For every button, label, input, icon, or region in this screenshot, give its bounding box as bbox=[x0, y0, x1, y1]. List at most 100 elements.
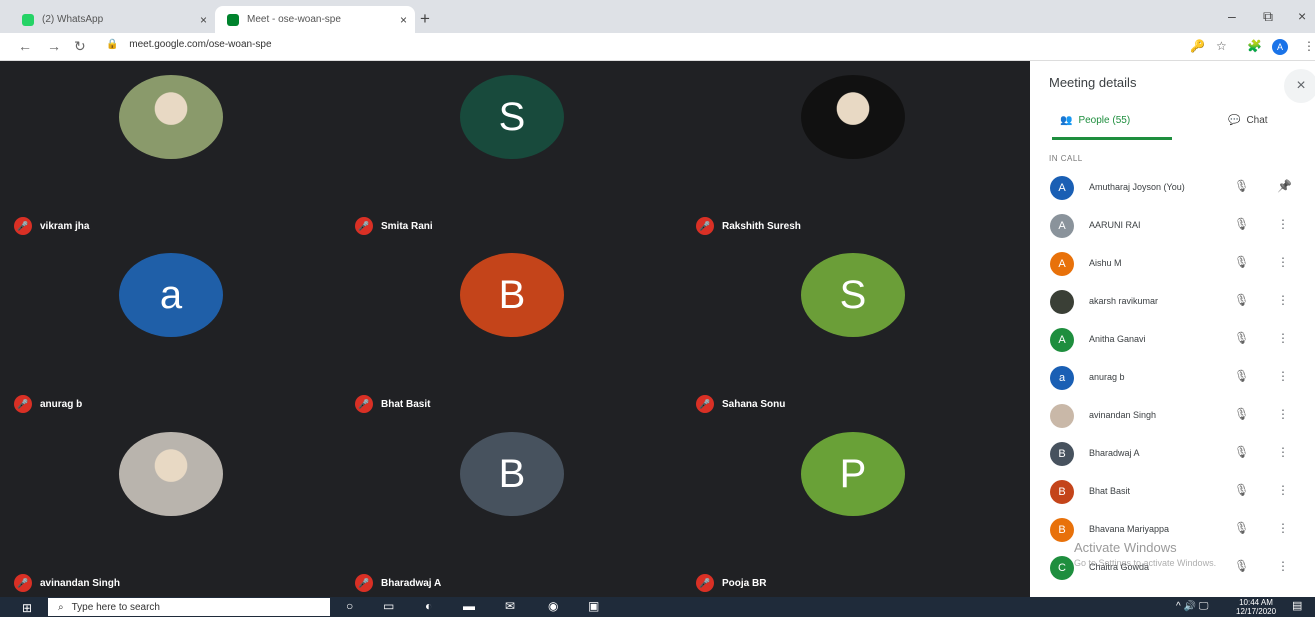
participant-tile[interactable]: 🎤 vikram jha bbox=[0, 61, 340, 239]
mic-off-icon: 🎤 bbox=[355, 395, 373, 413]
tab-chat[interactable]: 💬 Chat bbox=[1228, 115, 1268, 126]
participant-name: avinandan Singh bbox=[1089, 410, 1157, 420]
participant-avatar: S bbox=[801, 253, 905, 337]
participant-avatar: B bbox=[1050, 518, 1074, 542]
windows-taskbar: ⊞ ⌕ Type here to search ○ ▭ ◐ ▬ ✉ ◉ ▣ ^ … bbox=[0, 597, 1315, 617]
edge-icon[interactable]: ◐ bbox=[425, 599, 432, 613]
participant-tile[interactable]: B 🎤 Bharadwaj A bbox=[341, 418, 681, 596]
participant-row[interactable]: B Bhat Basit 🎙 ⋮ bbox=[1030, 474, 1315, 512]
tab-meet[interactable]: Meet - ose-woan-spe × bbox=[215, 6, 415, 33]
mic-off-icon[interactable]: 🎙 bbox=[1234, 331, 1249, 345]
more-options-icon[interactable]: ⋮ bbox=[1277, 217, 1289, 231]
pin-icon[interactable]: 📌 bbox=[1277, 179, 1292, 193]
participant-name: Sahana Sonu bbox=[722, 398, 786, 410]
mic-off-icon[interactable]: 🎙 bbox=[1234, 179, 1249, 193]
participant-tile[interactable]: 🎤 avinandan Singh bbox=[0, 418, 340, 596]
system-tray-icons[interactable]: ^ 🔊 🖵 bbox=[1176, 601, 1208, 612]
chat-icon: 💬 bbox=[1228, 115, 1241, 126]
participant-name-label: 🎤 anurag b bbox=[14, 395, 82, 413]
extensions-icon[interactable]: 🧩 bbox=[1247, 39, 1262, 53]
participant-name: Amutharaj Joyson (You) bbox=[1089, 182, 1185, 192]
participant-name: AARUNI RAI bbox=[1089, 220, 1141, 230]
close-tab-icon[interactable]: × bbox=[400, 13, 407, 27]
restore-button[interactable]: ⧉ bbox=[1263, 8, 1273, 25]
more-options-icon[interactable]: ⋮ bbox=[1277, 293, 1289, 307]
participant-avatar: A bbox=[1050, 176, 1074, 200]
taskbar-clock[interactable]: 10:44 AM 12/17/2020 bbox=[1236, 598, 1276, 616]
reload-icon[interactable]: ↻ bbox=[74, 38, 86, 55]
participant-name: Bharadwaj A bbox=[1089, 448, 1140, 458]
mic-off-icon[interactable]: 🎙 bbox=[1234, 255, 1249, 269]
participant-avatar: B bbox=[1050, 480, 1074, 504]
more-options-icon[interactable]: ⋮ bbox=[1277, 445, 1289, 459]
close-window-button[interactable]: × bbox=[1298, 8, 1306, 24]
lock-icon: 🔒 bbox=[106, 39, 119, 50]
participant-name: Aishu M bbox=[1089, 258, 1122, 268]
participant-tile[interactable]: S 🎤 Smita Rani bbox=[341, 61, 681, 239]
more-options-icon[interactable]: ⋮ bbox=[1277, 369, 1289, 383]
store-icon[interactable]: ▣ bbox=[588, 599, 599, 613]
taskbar-search[interactable]: ⌕ Type here to search bbox=[48, 598, 330, 616]
participant-tile[interactable]: B 🎤 Bhat Basit bbox=[341, 239, 681, 417]
participant-name: akarsh ravikumar bbox=[1089, 296, 1159, 306]
mic-off-icon: 🎤 bbox=[696, 395, 714, 413]
mail-icon[interactable]: ✉ bbox=[505, 599, 515, 613]
close-tab-icon[interactable]: × bbox=[200, 13, 207, 27]
browser-menu-icon[interactable]: ⋮ bbox=[1303, 39, 1315, 53]
minimize-button[interactable]: – bbox=[1228, 8, 1236, 24]
participant-row[interactable]: C Chaitra Gowda 🎙 ⋮ bbox=[1030, 550, 1315, 588]
task-view-icon[interactable]: ▭ bbox=[383, 599, 394, 613]
more-options-icon[interactable]: ⋮ bbox=[1277, 559, 1289, 573]
more-options-icon[interactable]: ⋮ bbox=[1277, 331, 1289, 345]
mic-off-icon[interactable]: 🎙 bbox=[1234, 483, 1249, 497]
people-icon: 👥 bbox=[1060, 115, 1073, 126]
participant-tile[interactable]: a 🎤 anurag b bbox=[0, 239, 340, 417]
windows-start-icon[interactable]: ⊞ bbox=[22, 601, 32, 615]
tab-whatsapp[interactable]: (2) WhatsApp × bbox=[10, 6, 215, 33]
mic-off-icon[interactable]: 🎙 bbox=[1234, 445, 1249, 459]
star-icon[interactable]: ☆ bbox=[1216, 39, 1227, 53]
participant-row[interactable]: B Bharadwaj A 🎙 ⋮ bbox=[1030, 436, 1315, 474]
mic-off-icon[interactable]: 🎙 bbox=[1234, 217, 1249, 231]
participant-row[interactable]: A Aishu M 🎙 ⋮ bbox=[1030, 246, 1315, 284]
new-tab-button[interactable]: + bbox=[420, 9, 430, 29]
chrome-icon[interactable]: ◉ bbox=[548, 599, 558, 613]
file-explorer-icon[interactable]: ▬ bbox=[463, 599, 475, 613]
participant-row[interactable]: avinandan Singh 🎙 ⋮ bbox=[1030, 398, 1315, 436]
profile-avatar[interactable]: A bbox=[1272, 39, 1288, 55]
participant-row[interactable]: A AARUNI RAI 🎙 ⋮ bbox=[1030, 208, 1315, 246]
mic-off-icon: 🎤 bbox=[14, 574, 32, 592]
participant-tile[interactable]: P 🎤 Pooja BR bbox=[682, 418, 1022, 596]
close-panel-button[interactable]: × bbox=[1284, 69, 1315, 103]
clock-date: 12/17/2020 bbox=[1236, 607, 1277, 616]
more-options-icon[interactable]: ⋮ bbox=[1277, 483, 1289, 497]
participant-row[interactable]: akarsh ravikumar 🎙 ⋮ bbox=[1030, 284, 1315, 322]
participant-name: avinandan Singh bbox=[40, 577, 121, 589]
participant-name-label: 🎤 avinandan Singh bbox=[14, 574, 120, 592]
participant-avatar: B bbox=[460, 253, 564, 337]
mic-off-icon[interactable]: 🎙 bbox=[1234, 559, 1249, 573]
participant-row[interactable]: a anurag b 🎙 ⋮ bbox=[1030, 360, 1315, 398]
participant-name-label: 🎤 Smita Rani bbox=[355, 217, 433, 235]
forward-icon[interactable]: → bbox=[47, 38, 61, 54]
participant-tile[interactable]: 🎤 Rakshith Suresh bbox=[682, 61, 1022, 239]
more-options-icon[interactable]: ⋮ bbox=[1277, 521, 1289, 535]
notifications-icon[interactable]: ▤ bbox=[1292, 599, 1302, 612]
tab-people[interactable]: 👥 People (55) bbox=[1060, 115, 1130, 126]
more-options-icon[interactable]: ⋮ bbox=[1277, 407, 1289, 421]
key-icon[interactable]: 🔑 bbox=[1190, 39, 1205, 53]
participant-row[interactable]: A Amutharaj Joyson (You) 🎙 📌 bbox=[1030, 170, 1315, 208]
cortana-icon[interactable]: ○ bbox=[346, 599, 353, 613]
mic-off-icon[interactable]: 🎙 bbox=[1234, 521, 1249, 535]
participant-row[interactable]: A Anitha Ganavi 🎙 ⋮ bbox=[1030, 322, 1315, 360]
mic-off-icon[interactable]: 🎙 bbox=[1234, 407, 1249, 421]
address-bar[interactable]: 🔒 meet.google.com/ose-woan-spe bbox=[106, 39, 272, 50]
activate-windows-watermark: Activate Windows bbox=[1074, 540, 1177, 555]
back-icon[interactable]: ← bbox=[18, 38, 32, 54]
mic-off-icon[interactable]: 🎙 bbox=[1234, 369, 1249, 383]
mic-off-icon[interactable]: 🎙 bbox=[1234, 293, 1249, 307]
more-options-icon[interactable]: ⋮ bbox=[1277, 255, 1289, 269]
participant-avatar: B bbox=[460, 432, 564, 516]
video-grid: 🎤 vikram jha S 🎤 Smita Rani 🎤 Rakshith Suresh a… bbox=[0, 61, 1030, 597]
participant-tile[interactable]: S 🎤 Sahana Sonu bbox=[682, 239, 1022, 417]
